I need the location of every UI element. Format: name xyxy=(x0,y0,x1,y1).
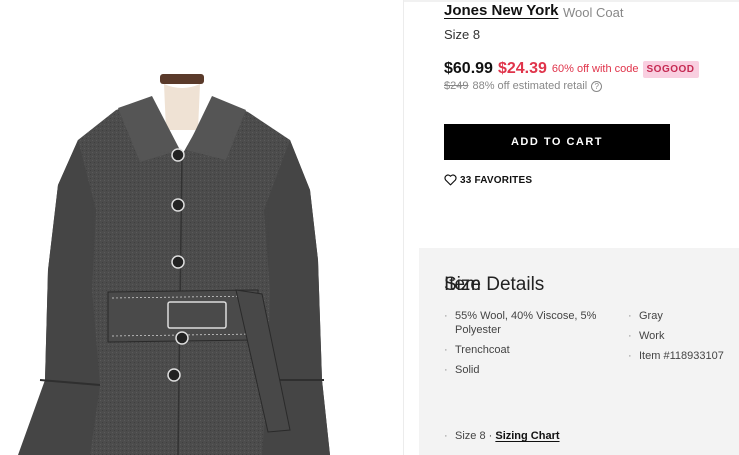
list-price: $60.99 xyxy=(444,60,493,77)
size-item: Size 8 · Sizing Chart xyxy=(444,430,560,442)
favorites-button[interactable]: 33 FAVORITES xyxy=(444,174,532,186)
product-page: Jones New York Wool Coat Size 8 $60.99 $… xyxy=(0,0,739,455)
size-heading: Size xyxy=(444,274,481,295)
sale-price: $24.39 xyxy=(497,60,547,77)
heart-icon xyxy=(444,174,457,186)
item-details-section: Item Details 55% Wool, 40% Viscose, 5% P… xyxy=(419,248,739,455)
details-list-right: Gray Work Item #118933107 xyxy=(628,309,733,369)
details-list-left: 55% Wool, 40% Viscose, 5% Polyester Tren… xyxy=(444,309,604,383)
sizing-chart-link[interactable]: Sizing Chart xyxy=(495,430,559,442)
detail-item: Solid xyxy=(444,363,604,377)
size-prefix: Size 8 · xyxy=(455,430,496,442)
detail-item: Gray xyxy=(628,309,733,323)
brand-link[interactable]: Jones New York xyxy=(444,2,559,19)
detail-item: 55% Wool, 40% Viscose, 5% Polyester xyxy=(444,309,604,337)
product-image[interactable] xyxy=(0,0,404,455)
detail-item: Work xyxy=(628,329,733,343)
detail-item: Item #118933107 xyxy=(628,349,733,363)
detail-item: Trenchcoat xyxy=(444,343,604,357)
retail-row: $249 88% off estimated retail ? xyxy=(444,80,603,92)
price-row: $60.99 $24.39 60% off with code SOGOOD xyxy=(444,60,699,78)
add-to-cart-button[interactable]: ADD TO CART xyxy=(444,124,670,160)
info-icon[interactable]: ? xyxy=(591,80,603,92)
product-size: Size 8 xyxy=(444,27,481,42)
product-type: Wool Coat xyxy=(563,5,624,20)
retail-price: $249 xyxy=(444,80,469,92)
size-list: Size 8 · Sizing Chart xyxy=(444,430,560,442)
favorites-label: 33 FAVORITES xyxy=(460,174,533,186)
retail-discount-text: 88% off estimated retail xyxy=(472,80,588,92)
discount-text: 60% off with code xyxy=(551,63,639,75)
coat-photo xyxy=(18,74,330,455)
promo-code-badge: SOGOOD xyxy=(642,60,699,78)
